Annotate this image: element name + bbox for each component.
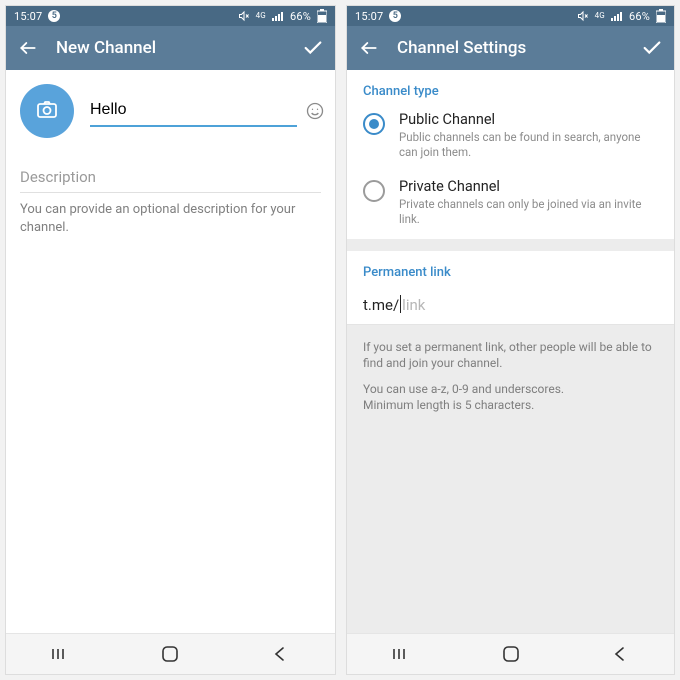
mute-icon <box>238 10 250 22</box>
description-field[interactable]: Description <box>20 168 321 193</box>
confirm-button[interactable] <box>640 36 664 60</box>
notif-count-badge: 5 <box>48 10 60 22</box>
link-help-text: If you set a permanent link, other peopl… <box>347 325 674 633</box>
signal-icon <box>611 11 623 21</box>
option-hint: Public channels can be found in search, … <box>399 130 658 160</box>
nav-back-button[interactable] <box>590 646 650 662</box>
channel-name-input[interactable] <box>90 95 297 127</box>
link-help-line: You can use a-z, 0-9 and underscores. <box>363 382 564 396</box>
phone-channel-settings: 15:07 5 4G 66% Channel Setti <box>347 6 674 674</box>
app-bar: New Channel <box>6 26 335 70</box>
home-button[interactable] <box>140 645 200 663</box>
permanent-link-section: Permanent link t.me/ link <box>347 251 674 325</box>
notif-count-badge: 5 <box>389 10 401 22</box>
status-time: 15:07 <box>14 10 42 23</box>
option-private-channel[interactable]: Private Channel Private channels can onl… <box>347 172 674 239</box>
option-label: Private Channel <box>399 178 658 195</box>
channel-type-section: Channel type Public Channel Public chann… <box>347 70 674 239</box>
network-type: 4G <box>256 12 266 20</box>
status-time: 15:07 <box>355 10 383 23</box>
battery-text: 66% <box>629 10 650 23</box>
android-navbar <box>347 633 674 674</box>
mute-icon <box>577 10 589 22</box>
radio-unselected-icon <box>363 180 385 202</box>
emoji-button[interactable] <box>303 99 327 123</box>
page-title: Channel Settings <box>397 38 624 58</box>
recents-button[interactable] <box>372 647 432 661</box>
link-prefix: t.me/ <box>363 296 399 314</box>
radio-selected-icon <box>363 113 385 135</box>
nav-back-button[interactable] <box>250 646 310 662</box>
battery-text: 66% <box>290 10 311 23</box>
confirm-button[interactable] <box>301 36 325 60</box>
status-bar: 15:07 5 4G 66% <box>6 6 335 26</box>
android-navbar <box>6 633 335 674</box>
link-help-line: Minimum length is 5 characters. <box>363 398 534 412</box>
option-label: Public Channel <box>399 111 658 128</box>
app-bar: Channel Settings <box>347 26 674 70</box>
permanent-link-input[interactable]: t.me/ link <box>347 286 674 325</box>
network-type: 4G <box>595 12 605 20</box>
recents-button[interactable] <box>31 647 91 661</box>
signal-icon <box>272 11 284 21</box>
home-button[interactable] <box>481 645 541 663</box>
page-title: New Channel <box>56 38 285 58</box>
camera-icon <box>35 97 59 125</box>
section-title-type: Channel type <box>347 70 674 105</box>
status-bar: 15:07 5 4G 66% <box>347 6 674 26</box>
text-cursor <box>400 295 401 313</box>
option-hint: Private channels can only be joined via … <box>399 197 658 227</box>
back-button[interactable] <box>16 36 40 60</box>
battery-icon <box>317 9 327 23</box>
description-hint: You can provide an optional description … <box>20 193 321 244</box>
battery-icon <box>656 9 666 23</box>
link-placeholder: link <box>402 296 425 314</box>
phone-new-channel: 15:07 5 4G 66% <box>6 6 335 674</box>
option-public-channel[interactable]: Public Channel Public channels can be fo… <box>347 105 674 172</box>
channel-photo-button[interactable] <box>20 84 74 138</box>
link-help-line: If you set a permanent link, other peopl… <box>363 339 658 371</box>
back-button[interactable] <box>357 36 381 60</box>
section-title-link: Permanent link <box>347 251 674 286</box>
